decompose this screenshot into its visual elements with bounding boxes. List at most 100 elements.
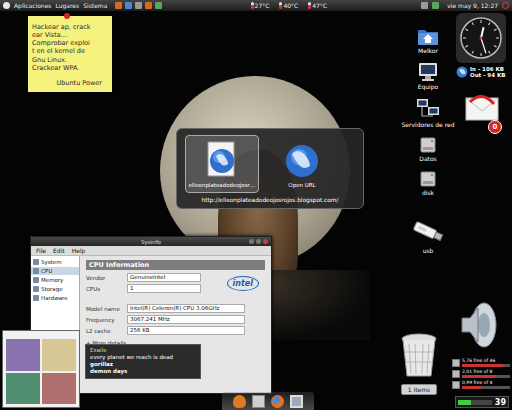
disk-usage-bar bbox=[462, 375, 510, 378]
pin-icon bbox=[64, 13, 70, 19]
info-label: Model name bbox=[86, 306, 124, 312]
category-icon bbox=[33, 277, 39, 283]
network-reading: Out - 94 KB bbox=[470, 72, 505, 78]
info-value[interactable]: Intel(R) Celeron(R) CPU 3.06GHz bbox=[127, 304, 245, 313]
sidebar-item[interactable]: CPU bbox=[31, 267, 79, 275]
thermometer-icon bbox=[308, 2, 311, 9]
desktop-icon[interactable]: Melkor bbox=[417, 26, 439, 54]
info-value[interactable]: 1 bbox=[127, 284, 201, 293]
info-row: CPUs1 bbox=[86, 284, 201, 293]
note-line: t en el kernel de bbox=[32, 47, 108, 55]
menu-item[interactable]: Help bbox=[72, 247, 86, 254]
note-line: Crackear WPA. bbox=[32, 64, 108, 72]
info-label: CPUs bbox=[86, 286, 124, 292]
sidebar-item[interactable]: Hardware bbox=[31, 294, 79, 302]
launcher-result-label: Open URL bbox=[288, 182, 315, 188]
section-heading: CPU Information bbox=[86, 260, 265, 270]
player-notification: Exaileevery planet we reach is deadgoril… bbox=[85, 344, 201, 379]
battery-reading: 39 bbox=[495, 398, 506, 407]
launcher-popup: elleonplateadodeojosr… Open URL http://ell… bbox=[176, 128, 364, 209]
dock bbox=[222, 392, 314, 410]
info-value[interactable]: GenuineIntel bbox=[127, 273, 201, 282]
menu-bar: File Edit Help bbox=[31, 246, 271, 256]
gnome-foot-icon[interactable] bbox=[3, 2, 10, 9]
panel-menu[interactable]: Sistema bbox=[83, 2, 107, 9]
network-monitor: In - 106 KBOut - 94 KB bbox=[456, 66, 510, 78]
temperature-sensor: 27°C bbox=[251, 2, 270, 9]
desktop-icon[interactable]: Datos bbox=[418, 136, 438, 162]
disk-usage-widget: 5,76 free of 462,01 free of 80,99 free o… bbox=[452, 358, 510, 389]
document-globe-icon bbox=[202, 140, 242, 180]
info-label: Frequency bbox=[86, 317, 124, 323]
menu-item[interactable]: File bbox=[36, 247, 46, 254]
home-folder-icon bbox=[417, 26, 439, 46]
volume-widget[interactable] bbox=[458, 300, 500, 354]
note-line: Comprobar exploi bbox=[32, 39, 108, 47]
computer-icon bbox=[417, 62, 439, 82]
info-row: Frequency3067.241 MHz bbox=[86, 315, 265, 324]
battery-bar bbox=[458, 400, 492, 405]
info-label: Vendor bbox=[86, 275, 124, 281]
desktop-icon[interactable]: Servidores de red bbox=[402, 98, 455, 128]
minimize-icon[interactable] bbox=[249, 239, 254, 244]
info-value[interactable]: 3067.241 MHz bbox=[127, 315, 245, 324]
info-row: VendorGenuineIntel bbox=[86, 273, 201, 282]
close-icon[interactable] bbox=[263, 239, 268, 244]
mail-count-badge: 0 bbox=[488, 120, 502, 134]
clock-face-icon bbox=[458, 15, 504, 61]
usb-stick-icon bbox=[410, 216, 446, 246]
desktop-icon[interactable]: Equipo bbox=[417, 62, 439, 90]
power-icon[interactable] bbox=[502, 2, 509, 9]
hard-disk-icon bbox=[452, 381, 460, 389]
note-line: Hackear ap, crack bbox=[32, 23, 108, 31]
trash-items-button[interactable]: 1 items bbox=[401, 384, 437, 395]
launcher-icon[interactable] bbox=[115, 2, 122, 9]
globe-icon bbox=[282, 140, 322, 180]
sidebar-item[interactable]: Memory bbox=[31, 276, 79, 284]
panel-menu[interactable]: Aplicaciones bbox=[14, 2, 51, 9]
trash-icon[interactable] bbox=[399, 332, 439, 380]
launcher-icon[interactable] bbox=[135, 2, 142, 9]
info-value[interactable]: 256 KB bbox=[127, 326, 245, 335]
drive-icon bbox=[418, 170, 438, 188]
title-bar[interactable]: Sysinfo bbox=[31, 237, 271, 246]
sidebar-item[interactable]: System bbox=[31, 258, 79, 266]
monitor-icon[interactable] bbox=[290, 395, 303, 408]
maximize-icon[interactable] bbox=[256, 239, 261, 244]
mail-checker[interactable]: 0 bbox=[462, 92, 506, 136]
disk-row: 0,99 free of 4 bbox=[452, 380, 510, 389]
launcher-result[interactable]: elleonplateadodeojosr… bbox=[185, 135, 259, 193]
player-app: Exaile bbox=[90, 347, 196, 354]
disk-reading: 2,01 free of 8 bbox=[462, 369, 510, 374]
tray-icon[interactable] bbox=[432, 2, 439, 9]
launcher-icon[interactable] bbox=[125, 2, 132, 9]
panel-menu[interactable]: Lugares bbox=[55, 2, 79, 9]
disk-reading: 0,99 free of 4 bbox=[462, 380, 510, 385]
launcher-group bbox=[115, 2, 162, 9]
panel-clock[interactable]: vie may 9, 12:27 bbox=[447, 2, 498, 9]
gnome-icon[interactable] bbox=[233, 395, 246, 408]
launcher-icon[interactable] bbox=[145, 2, 152, 9]
desktop-icon-label: Equipo bbox=[418, 83, 439, 90]
hard-disk-icon bbox=[452, 370, 460, 378]
tray-icon[interactable] bbox=[421, 2, 428, 9]
sticky-note[interactable]: Hackear ap, crackear Vista...Comprobar e… bbox=[28, 16, 112, 92]
temperature-sensor: 40°C bbox=[279, 2, 298, 9]
desktop-icon-label: disk bbox=[422, 189, 434, 196]
intel-logo: intel bbox=[227, 276, 259, 291]
launcher-icon[interactable] bbox=[155, 2, 162, 9]
window-switcher-icon[interactable] bbox=[252, 395, 265, 408]
launcher-result-label: elleonplateadodeojosr… bbox=[189, 182, 256, 188]
desktop-icon[interactable]: usb bbox=[410, 216, 446, 254]
desktop-icon-label: usb bbox=[423, 247, 434, 254]
drive-icon bbox=[418, 136, 438, 154]
thermometer-icon bbox=[279, 2, 282, 9]
desktop-icon[interactable]: disk bbox=[418, 170, 438, 196]
category-icon bbox=[33, 295, 39, 301]
launcher-result[interactable]: Open URL bbox=[265, 135, 339, 193]
menu-item[interactable]: Edit bbox=[53, 247, 65, 254]
desktop-icon-label: Melkor bbox=[418, 47, 438, 54]
sidebar-item[interactable]: Storage bbox=[31, 285, 79, 293]
launcher-query[interactable]: http://elleonplateadodeojosrojos.blogspo… bbox=[183, 197, 357, 203]
firefox-icon[interactable] bbox=[271, 395, 284, 408]
